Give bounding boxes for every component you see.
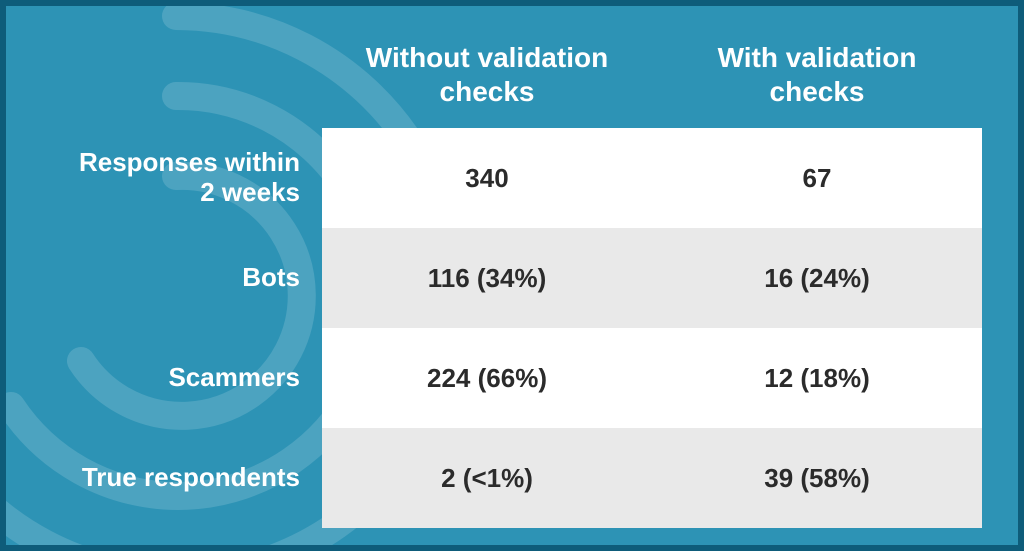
cell-value: 67 <box>652 128 982 228</box>
cell-value: 340 <box>322 128 652 228</box>
comparison-table-container: Without validationchecks With validation… <box>42 23 982 528</box>
table-row: Bots 116 (34%) 16 (24%) <box>42 228 982 328</box>
column-header-label: Without validationchecks <box>366 42 608 107</box>
table-row: True respondents 2 (<1%) 39 (58%) <box>42 428 982 528</box>
row-header-label: True respondents <box>82 462 300 492</box>
cell-value: 12 (18%) <box>652 328 982 428</box>
column-header-without: Without validationchecks <box>322 23 652 128</box>
cell-value: 2 (<1%) <box>322 428 652 528</box>
table-row: Responses within2 weeks 340 67 <box>42 128 982 228</box>
row-header-scammers: Scammers <box>42 328 322 428</box>
comparison-table: Without validationchecks With validation… <box>42 23 982 528</box>
chart-frame: Without validationchecks With validation… <box>6 6 1018 545</box>
column-header-label: With validationchecks <box>718 42 917 107</box>
row-header-label: Bots <box>242 262 300 292</box>
table-row: Scammers 224 (66%) 12 (18%) <box>42 328 982 428</box>
cell-value: 224 (66%) <box>322 328 652 428</box>
row-header-bots: Bots <box>42 228 322 328</box>
row-header-label: Scammers <box>168 362 300 392</box>
header-spacer <box>42 23 322 128</box>
table-header-row: Without validationchecks With validation… <box>42 23 982 128</box>
cell-value: 116 (34%) <box>322 228 652 328</box>
cell-value: 16 (24%) <box>652 228 982 328</box>
row-header-label: Responses within2 weeks <box>79 147 300 207</box>
cell-value: 39 (58%) <box>652 428 982 528</box>
row-header-responses: Responses within2 weeks <box>42 128 322 228</box>
row-header-true-respondents: True respondents <box>42 428 322 528</box>
column-header-with: With validationchecks <box>652 23 982 128</box>
